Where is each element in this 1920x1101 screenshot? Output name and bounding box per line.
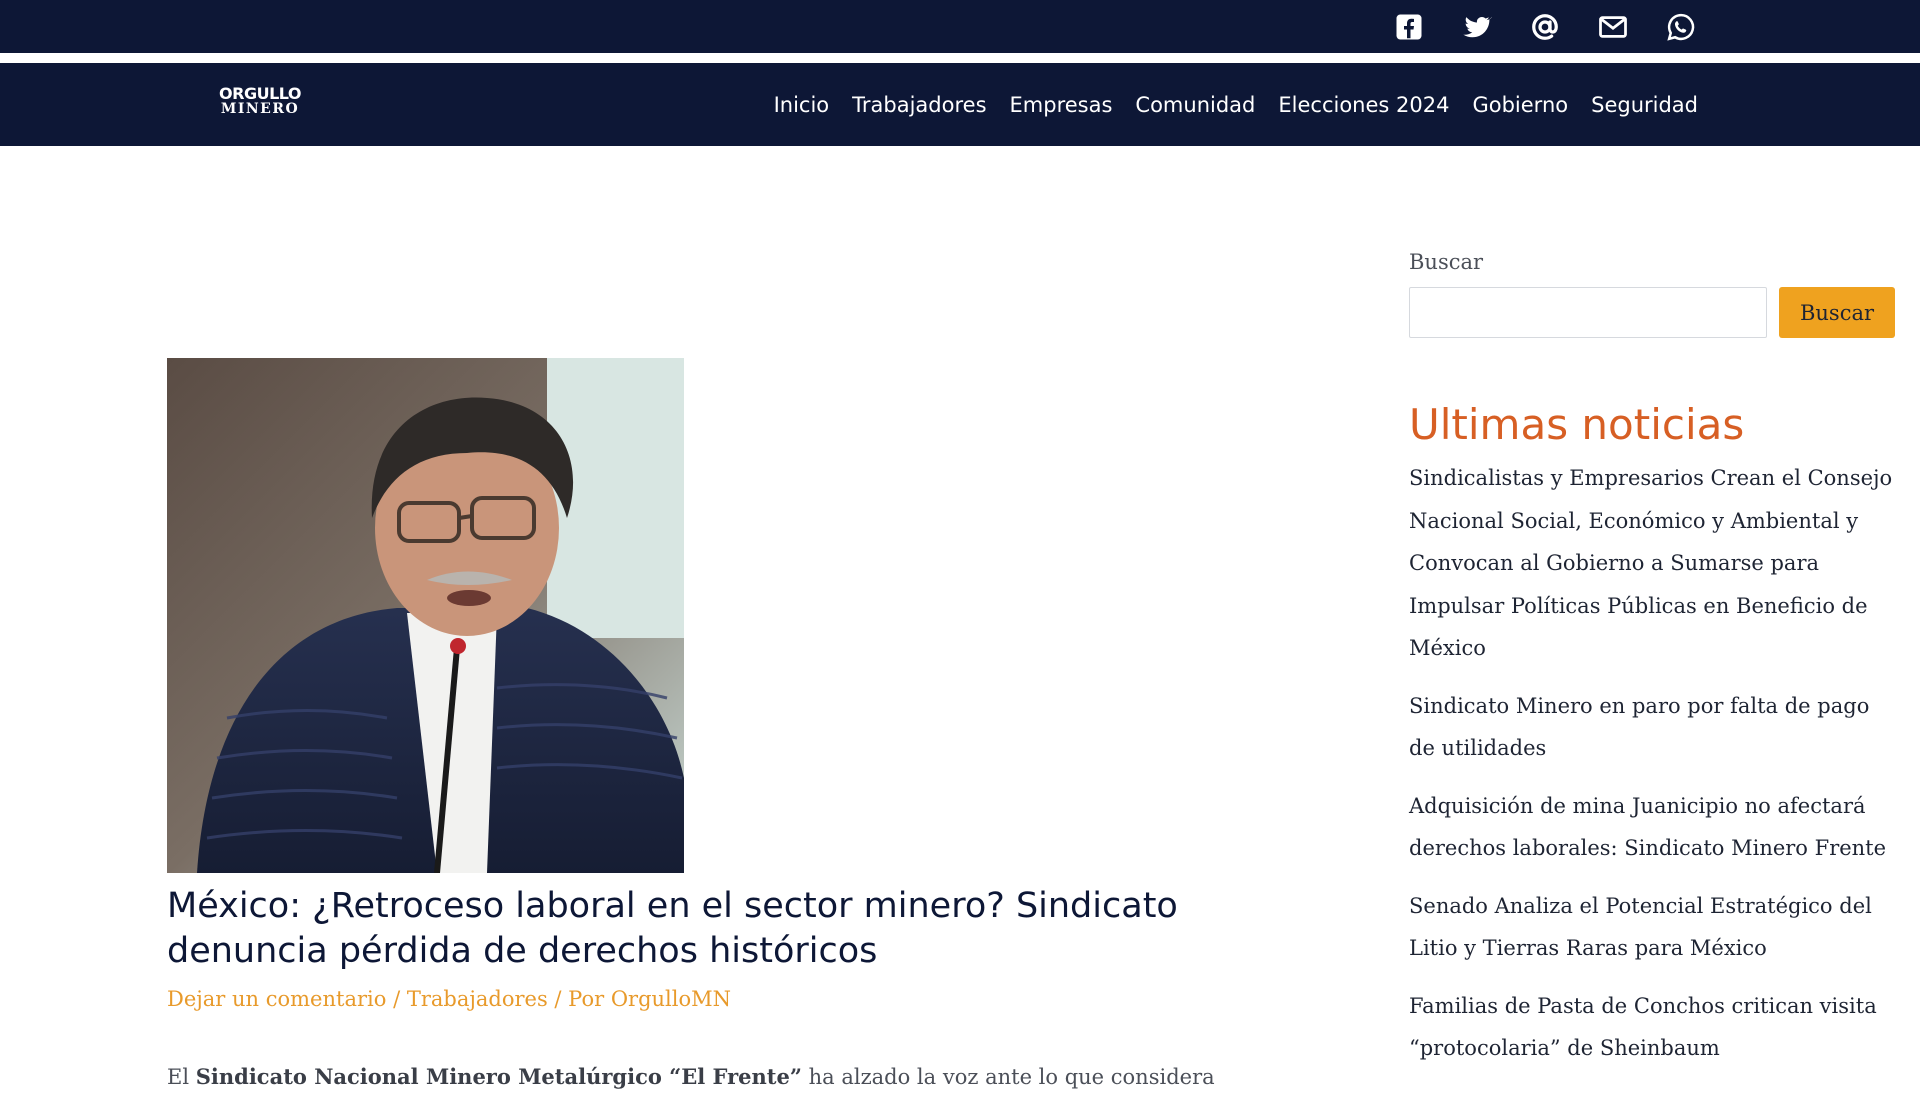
nav-item-seguridad[interactable]: Seguridad bbox=[1591, 93, 1698, 117]
excerpt-organization: Sindicato Nacional Minero Metalúrgico “E… bbox=[195, 1064, 802, 1089]
meta-separator: / bbox=[554, 987, 562, 1011]
excerpt-rest: ha alzado la voz ante lo que considera bbox=[808, 1065, 1215, 1089]
nav-item-elecciones-2024[interactable]: Elecciones 2024 bbox=[1278, 93, 1449, 117]
primary-nav: Inicio Trabajadores Empresas Comunidad E… bbox=[774, 63, 1698, 146]
facebook-icon[interactable] bbox=[1390, 12, 1428, 42]
news-link[interactable]: Adquisición de mina Juanicipio no afecta… bbox=[1409, 785, 1897, 870]
nav-item-gobierno[interactable]: Gobierno bbox=[1472, 93, 1568, 117]
site-logo[interactable]: ORGULLO MINERO bbox=[212, 85, 308, 117]
latest-news-list: Sindicalistas y Empresarios Crean el Con… bbox=[1409, 457, 1897, 1085]
article-featured-image[interactable] bbox=[167, 358, 684, 873]
nav-item-inicio[interactable]: Inicio bbox=[774, 93, 830, 117]
article-excerpt: El Sindicato Nacional Minero Metalúrgico… bbox=[167, 1064, 1215, 1089]
excerpt-lead: El bbox=[167, 1065, 190, 1089]
search-button[interactable]: Buscar bbox=[1779, 287, 1895, 338]
news-link[interactable]: Sindicato Minero en paro por falta de pa… bbox=[1409, 685, 1897, 770]
search-input[interactable] bbox=[1409, 287, 1767, 338]
main-navbar: ORGULLO MINERO Inicio Trabajadores Empre… bbox=[0, 63, 1920, 146]
author-prefix: Por bbox=[568, 987, 605, 1011]
news-link[interactable]: Senado Analiza el Potencial Estratégico … bbox=[1409, 885, 1897, 970]
latest-news-heading: Ultimas noticias bbox=[1409, 400, 1745, 449]
social-links bbox=[1390, 12, 1700, 42]
author-link[interactable]: OrgulloMN bbox=[611, 987, 731, 1011]
article-title[interactable]: México: ¿Retroceso laboral en el sector … bbox=[167, 884, 1207, 974]
header-divider bbox=[0, 53, 1920, 63]
at-sign-icon[interactable] bbox=[1526, 12, 1564, 42]
envelope-icon[interactable] bbox=[1594, 12, 1632, 42]
meta-separator: / bbox=[393, 987, 401, 1011]
top-social-bar bbox=[0, 0, 1920, 53]
logo-text-bottom: MINERO bbox=[220, 101, 300, 117]
article-meta: Dejar un comentario / Trabajadores / Por… bbox=[167, 987, 731, 1011]
sidebar: Buscar Buscar Ultimas noticias Sindicali… bbox=[1409, 250, 1897, 1060]
whatsapp-icon[interactable] bbox=[1662, 12, 1700, 42]
search-label: Buscar bbox=[1409, 250, 1484, 274]
nav-item-comunidad[interactable]: Comunidad bbox=[1135, 93, 1255, 117]
comment-link[interactable]: Dejar un comentario bbox=[167, 987, 386, 1011]
twitter-icon[interactable] bbox=[1458, 12, 1496, 42]
nav-item-empresas[interactable]: Empresas bbox=[1010, 93, 1113, 117]
news-link[interactable]: Familias de Pasta de Conchos critican vi… bbox=[1409, 985, 1897, 1070]
category-link[interactable]: Trabajadores bbox=[407, 987, 548, 1011]
news-link[interactable]: Sindicalistas y Empresarios Crean el Con… bbox=[1409, 457, 1897, 670]
nav-item-trabajadores[interactable]: Trabajadores bbox=[852, 93, 986, 117]
search-form: Buscar bbox=[1409, 287, 1895, 338]
logo-text-top: ORGULLO bbox=[219, 84, 301, 103]
